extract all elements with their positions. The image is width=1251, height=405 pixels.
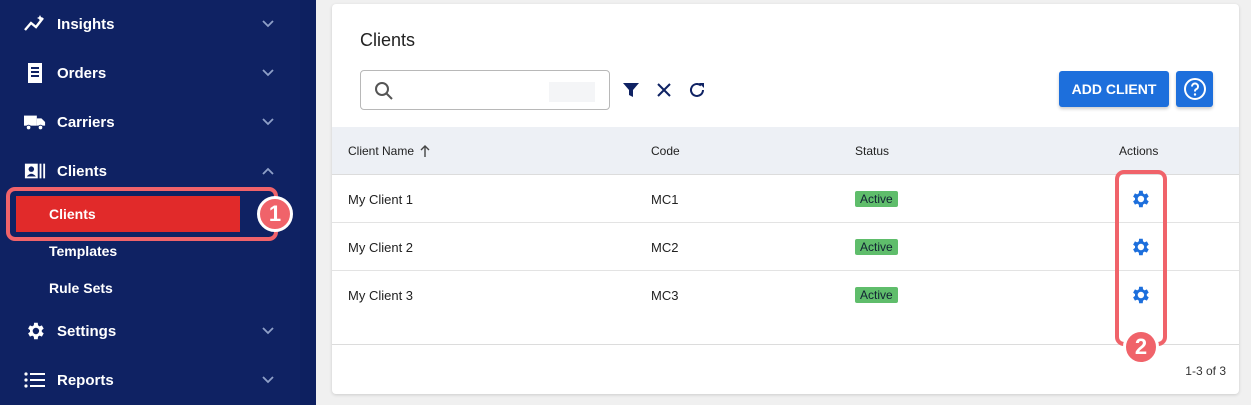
sidebar-item-carriers[interactable]: Carriers <box>0 98 300 146</box>
table-row[interactable]: My Client 1 MC1 Active <box>332 175 1239 223</box>
sidebar-item-label: Clients <box>57 162 108 180</box>
client-code-cell: MC3 <box>651 288 679 303</box>
column-header-actions: Actions <box>1119 144 1159 158</box>
sidebar-item-label: Orders <box>57 64 107 82</box>
table-header: Client Name Code Status Actions <box>332 127 1239 175</box>
status-badge: Active <box>855 239 898 255</box>
sidebar-subitem-rule-sets[interactable]: Rule Sets <box>49 280 113 296</box>
sidebar-subitem-templates[interactable]: Templates <box>49 243 117 259</box>
gear-icon <box>24 320 46 342</box>
client-code-cell: MC1 <box>651 192 679 207</box>
add-client-button[interactable]: ADD CLIENT <box>1059 71 1169 107</box>
table-row[interactable]: My Client 3 MC3 Active <box>332 271 1239 319</box>
contact-card-icon <box>24 160 46 182</box>
callout-highlight-2 <box>1115 170 1167 346</box>
search-input[interactable] <box>360 70 610 110</box>
callout-highlight-1 <box>6 187 278 241</box>
clear-filter-icon[interactable] <box>654 80 674 100</box>
sidebar-item-insights[interactable]: Insights <box>0 0 300 48</box>
callout-badge-2: 2 <box>1123 329 1159 365</box>
sidebar: Insights Orders Carriers Clients Clients… <box>0 0 316 405</box>
chevron-down-icon <box>262 376 274 384</box>
client-name-cell: My Client 1 <box>348 192 414 207</box>
client-name-cell: My Client 2 <box>348 240 414 255</box>
page-title: Clients <box>360 30 416 50</box>
insights-icon <box>24 13 46 35</box>
refresh-icon[interactable] <box>687 80 707 100</box>
help-icon <box>1183 78 1206 100</box>
filter-icon[interactable] <box>621 80 641 100</box>
chevron-down-icon <box>262 327 274 335</box>
sidebar-item-settings[interactable]: Settings <box>0 307 300 355</box>
chevron-down-icon <box>262 20 274 28</box>
table-footer-divider <box>332 344 1239 345</box>
callout-badge-1: 1 <box>257 196 293 232</box>
sidebar-item-label: Settings <box>57 322 117 340</box>
status-badge: Active <box>855 287 898 303</box>
sidebar-item-label: Insights <box>57 15 115 33</box>
truck-icon <box>24 111 46 133</box>
help-button[interactable] <box>1176 71 1213 107</box>
column-header-code[interactable]: Code <box>651 144 680 158</box>
sidebar-item-label: Carriers <box>57 113 115 131</box>
search-field-blank <box>549 82 595 102</box>
client-code-cell: MC2 <box>651 240 679 255</box>
sidebar-item-label: Reports <box>57 371 114 389</box>
client-name-cell: My Client 3 <box>348 288 414 303</box>
column-header-client-name[interactable]: Client Name <box>348 144 414 158</box>
sidebar-item-reports[interactable]: Reports <box>0 356 300 404</box>
search-icon <box>375 82 393 100</box>
chevron-down-icon <box>262 118 274 126</box>
clients-card: Clients ADD CLIENT Client Name Code Stat… <box>332 4 1239 394</box>
chevron-up-icon <box>262 167 274 175</box>
table-row[interactable]: My Client 2 MC2 Active <box>332 223 1239 271</box>
pagination-range: 1-3 of 3 <box>1185 364 1226 378</box>
sort-ascending-icon[interactable] <box>419 144 431 158</box>
column-header-status[interactable]: Status <box>855 144 889 158</box>
status-badge: Active <box>855 191 898 207</box>
list-icon <box>24 369 46 391</box>
chevron-down-icon <box>262 69 274 77</box>
receipt-icon <box>24 62 46 84</box>
sidebar-item-orders[interactable]: Orders <box>0 49 300 97</box>
